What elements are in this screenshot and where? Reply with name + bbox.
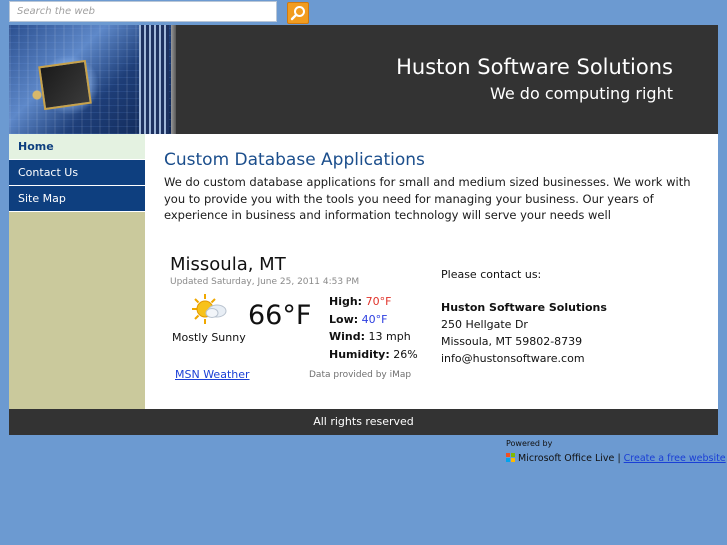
msn-weather-link[interactable]: MSN Weather <box>175 368 250 381</box>
microsoft-logo-icon <box>506 453 515 462</box>
search-input[interactable] <box>9 1 277 22</box>
intro-paragraph: We do custom database applications for s… <box>164 175 691 222</box>
nav-item-site-map[interactable]: Site Map <box>9 186 145 212</box>
site-footer: All rights reserved <box>9 409 718 435</box>
content-area: Home Contact Us Site Map Custom Database… <box>9 134 718 409</box>
site-header: Huston Software Solutions We do computin… <box>9 25 718 134</box>
low-label: Low: <box>329 312 359 326</box>
contact-block: Please contact us: Huston Software Solut… <box>441 266 701 367</box>
contact-city-line: Missoula, MT 59802-8739 <box>441 335 583 348</box>
wind-value: 13 mph <box>368 330 411 343</box>
powered-by-row: Microsoft Office Live | Create a free we… <box>506 453 726 464</box>
chip-graphic <box>38 59 92 111</box>
weather-updated: Updated Saturday, June 25, 2011 4:53 PM <box>170 277 360 287</box>
page-container: Huston Software Solutions We do computin… <box>9 25 718 435</box>
weather-temperature: 66°F <box>248 300 312 331</box>
page-title: Custom Database Applications <box>164 150 425 170</box>
create-free-website-link[interactable]: Create a free website <box>624 453 726 464</box>
humidity-label: Humidity: <box>329 347 390 361</box>
site-tagline: We do computing right <box>489 84 673 103</box>
weather-stats: High: 70°F Low: 40°F Wind: 13 mph Humidi… <box>329 293 418 363</box>
contact-prompt: Please contact us: <box>441 268 542 281</box>
wind-label: Wind: <box>329 330 366 343</box>
high-label: High: <box>329 295 363 308</box>
search-button[interactable] <box>287 2 309 24</box>
separator: | <box>617 453 621 464</box>
contact-company: Huston Software Solutions <box>441 301 607 314</box>
contact-address: Huston Software Solutions 250 Hellgate D… <box>441 299 701 367</box>
powered-by-label: Powered by <box>506 439 553 448</box>
circuit-board-image <box>9 25 176 134</box>
low-value: 40°F <box>361 312 388 326</box>
weather-credit: Data provided by iMap <box>309 370 412 380</box>
high-value: 70°F <box>365 295 392 308</box>
contact-street: 250 Hellgate Dr <box>441 318 528 331</box>
sidebar: Home Contact Us Site Map <box>9 134 145 409</box>
search-bar <box>9 1 309 24</box>
image-edge <box>171 25 176 134</box>
pins-graphic <box>139 25 169 134</box>
contact-email: info@hustonsoftware.com <box>441 352 585 365</box>
humidity-value: 26% <box>393 347 418 361</box>
nav-item-contact-us[interactable]: Contact Us <box>9 160 145 186</box>
main-content: Custom Database Applications We do custo… <box>145 134 718 409</box>
weather-condition: Mostly Sunny <box>172 331 246 344</box>
weather-widget: Missoula, MT Updated Saturday, June 25, … <box>170 254 420 394</box>
office-live-brand: Microsoft Office Live <box>518 453 615 464</box>
site-title: Huston Software Solutions <box>396 55 673 79</box>
weather-city: Missoula, MT <box>170 254 286 275</box>
partly-sunny-icon <box>189 291 229 327</box>
search-icon <box>290 6 305 21</box>
nav-item-home[interactable]: Home <box>9 134 145 160</box>
